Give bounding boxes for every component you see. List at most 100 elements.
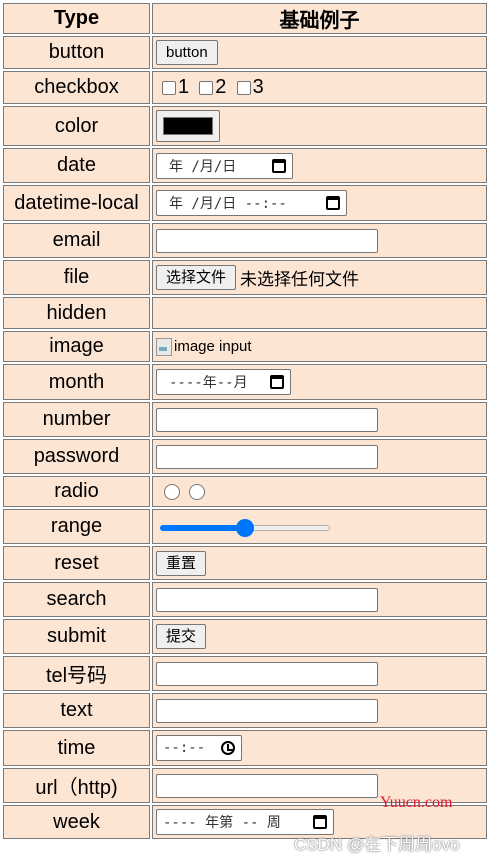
table-row: hidden [3, 297, 487, 329]
date-placeholder: 年 /月/日 [169, 158, 237, 175]
checkbox-label: 1 [178, 76, 190, 98]
text-field[interactable] [156, 698, 378, 723]
sample-button[interactable]: button [156, 40, 218, 65]
type-label: datetime-local [3, 185, 150, 221]
example-cell: button [152, 36, 487, 69]
table-row: tel号码 [3, 656, 487, 691]
table-row: image image input [3, 331, 487, 362]
calendar-icon[interactable] [270, 375, 284, 389]
time-input[interactable]: --:-- [156, 735, 242, 761]
example-cell [152, 106, 487, 146]
example-cell: 1 2 3 [152, 71, 487, 104]
file-status: 未选择任何文件 [240, 270, 360, 289]
date-input[interactable]: 年 /月/日 [156, 152, 293, 179]
color-picker[interactable] [156, 110, 220, 142]
submit-button[interactable]: 提交 [156, 624, 207, 649]
type-label: email [3, 223, 150, 258]
month-input[interactable]: ----年--月 [156, 369, 291, 395]
week-placeholder: ---- 年第 -- 周 [163, 815, 281, 831]
type-label: text [3, 693, 150, 728]
example-cell [152, 476, 487, 507]
type-label: color [3, 106, 150, 146]
example-cell: --:-- [152, 730, 487, 766]
calendar-icon[interactable] [326, 196, 340, 210]
example-cell: image input [152, 331, 487, 362]
table-row: email [3, 223, 487, 258]
search-input[interactable] [156, 587, 378, 612]
table-row: month ----年--月 [3, 364, 487, 400]
email-field[interactable] [156, 228, 378, 253]
datetime-local-input[interactable]: 年 /月/日 --:-- [156, 190, 347, 216]
example-cell: ----年--月 [152, 364, 487, 400]
example-cell: 年 /月/日 [152, 148, 487, 183]
type-label: date [3, 148, 150, 183]
tel-field[interactable] [156, 661, 378, 686]
type-label: time [3, 730, 150, 766]
datetime-placeholder: 年 /月/日 --:-- [169, 196, 287, 212]
table-row: text [3, 693, 487, 728]
color-swatch [163, 117, 213, 135]
month-placeholder: ----年--月 [169, 375, 248, 391]
type-label: image [3, 331, 150, 362]
example-cell: 重置 [152, 546, 487, 580]
input-types-table: Type 基础例子 button button checkbox 1 2 3 c… [1, 1, 489, 841]
type-label: file [3, 260, 150, 295]
type-label: range [3, 509, 150, 544]
checkbox-3[interactable] [236, 80, 251, 95]
type-label: number [3, 402, 150, 437]
checkbox-label: 2 [215, 76, 227, 98]
url-field[interactable] [156, 773, 378, 798]
type-label: search [3, 582, 150, 617]
table-row: time --:-- [3, 730, 487, 766]
table-row: range [3, 509, 487, 544]
type-label: tel号码 [3, 656, 150, 691]
table-row: radio [3, 476, 487, 507]
example-cell [152, 297, 487, 329]
example-cell [152, 656, 487, 691]
type-label: hidden [3, 297, 150, 329]
example-cell [152, 693, 487, 728]
choose-file-button[interactable]: 选择文件 [156, 265, 237, 290]
number-field[interactable] [156, 407, 378, 432]
table-row: search [3, 582, 487, 617]
table-row: submit 提交 [3, 619, 487, 654]
example-cell: 年 /月/日 --:-- [152, 185, 487, 221]
image-alt-text: image input [174, 338, 252, 356]
example-cell: 选择文件 未选择任何文件 [152, 260, 487, 295]
table-row: number [3, 402, 487, 437]
table-row: date 年 /月/日 [3, 148, 487, 183]
radio-button-1[interactable] [164, 484, 180, 501]
table-row: checkbox 1 2 3 [3, 71, 487, 104]
type-label: password [3, 439, 150, 474]
table-row: file 选择文件 未选择任何文件 [3, 260, 487, 295]
type-label: month [3, 364, 150, 400]
reset-button[interactable]: 重置 [156, 550, 207, 576]
example-cell [152, 509, 487, 544]
clock-icon[interactable] [221, 741, 235, 755]
type-label: reset [3, 546, 150, 580]
table-row: color [3, 106, 487, 146]
type-label: submit [3, 619, 150, 654]
checkbox-2[interactable] [199, 80, 214, 95]
example-cell [152, 402, 487, 437]
time-placeholder: --:-- [163, 740, 206, 756]
table-row: reset 重置 [3, 546, 487, 580]
calendar-icon[interactable] [272, 158, 286, 173]
calendar-icon[interactable] [313, 815, 327, 829]
table-row: password [3, 439, 487, 474]
table-row: button button [3, 36, 487, 69]
table-row: datetime-local 年 /月/日 --:-- [3, 185, 487, 221]
csdn-watermark: CSDN @在下周周ovo [294, 835, 460, 854]
type-label: radio [3, 476, 150, 507]
image-input[interactable]: image input [156, 337, 252, 356]
range-thumb[interactable] [236, 518, 254, 537]
checkbox-1[interactable] [162, 80, 176, 95]
type-label: checkbox [3, 71, 150, 104]
type-column-header: Type [3, 3, 150, 34]
range-fill [160, 524, 245, 531]
password-field[interactable] [156, 444, 378, 469]
example-cell [152, 439, 487, 474]
header-row: Type 基础例子 [3, 3, 487, 34]
radio-button-2[interactable] [189, 484, 205, 501]
range-slider[interactable] [160, 517, 330, 537]
